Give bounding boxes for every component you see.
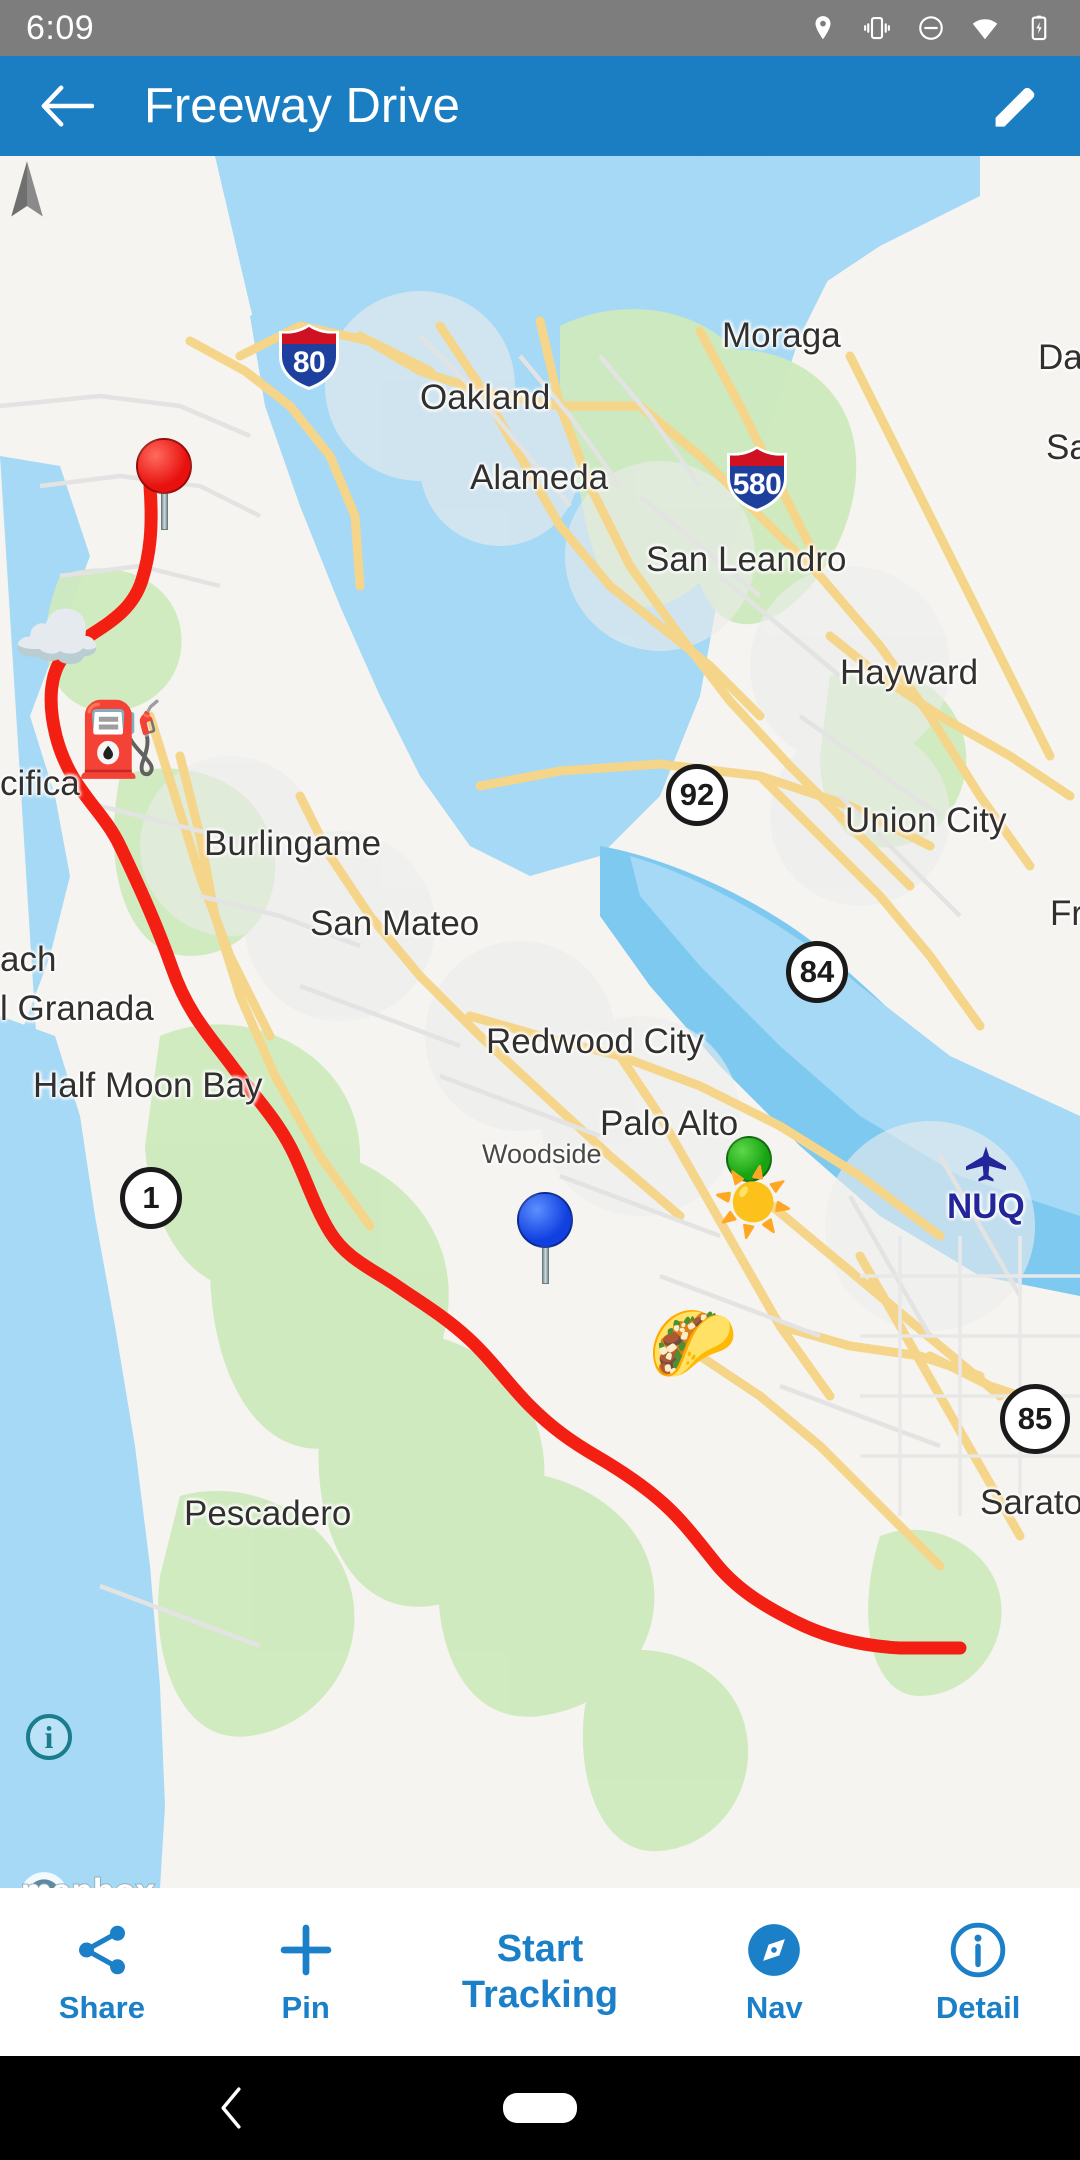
map-label-san-mateo: San Mateo xyxy=(310,904,480,943)
plus-icon xyxy=(275,1918,337,1982)
shield-ca85: 85 xyxy=(1000,1384,1070,1454)
map-label-danville: Da xyxy=(1038,338,1080,377)
map-label-moss-beach: ach xyxy=(0,940,57,979)
start-tracking-line2: Tracking xyxy=(461,1974,619,2016)
status-bar-clock: 6:09 xyxy=(26,8,95,47)
shield-i80-number: 80 xyxy=(292,346,326,379)
start-tracking-line1: Start xyxy=(496,1927,584,1970)
back-arrow-icon[interactable] xyxy=(40,84,94,128)
svg-text:mapbox: mapbox xyxy=(21,1872,156,1888)
mapbox-wordmark: mapbox xyxy=(20,1871,156,1888)
info-icon xyxy=(947,1918,1009,1982)
map-info-icon[interactable]: i xyxy=(26,1714,72,1760)
map-label-union-city: Union City xyxy=(845,801,1007,840)
detail-button[interactable]: Detail xyxy=(876,1888,1080,2056)
nav-label: Nav xyxy=(745,1990,803,2025)
shield-i580-number: 580 xyxy=(732,468,782,501)
share-button[interactable]: Share xyxy=(0,1888,204,2056)
compass-north-icon xyxy=(11,161,43,217)
map-label-woodside: Woodside xyxy=(482,1139,602,1169)
map-label-nuq: NUQ xyxy=(947,1187,1025,1226)
shield-i580: 580 xyxy=(718,444,796,514)
sun-weather-marker[interactable]: ☀️ xyxy=(712,1169,794,1235)
system-back-icon[interactable] xyxy=(218,2086,244,2130)
map-label-half-moon-bay: Half Moon Bay xyxy=(33,1066,263,1105)
detail-label: Detail xyxy=(935,1990,1021,2025)
map-label-pacifica: cifica xyxy=(0,764,80,803)
map-label-moraga: Moraga xyxy=(722,316,841,355)
waypoint-pin[interactable] xyxy=(517,1192,573,1284)
shield-ca1: 1 xyxy=(120,1167,182,1229)
pin-head xyxy=(136,438,192,494)
start-tracking-button[interactable]: Start Tracking xyxy=(408,1926,673,2019)
map-label-hayward: Hayward xyxy=(840,653,979,692)
system-nav-bar xyxy=(0,2056,1080,2160)
page-title: Freeway Drive xyxy=(144,79,460,133)
map-label-oakland: Oakland xyxy=(420,378,551,417)
nav-button[interactable]: Nav xyxy=(672,1888,876,2056)
system-home-pill[interactable] xyxy=(503,2093,577,2123)
app-bar: Freeway Drive xyxy=(0,56,1080,156)
battery-charging-icon xyxy=(1031,15,1047,41)
map-canvas[interactable]: Moraga Oakland Da Alameda Sa San Leandro… xyxy=(0,156,1080,1888)
map-label-pescadero: Pescadero xyxy=(184,1494,352,1533)
fuel-can-marker[interactable]: ⛽ xyxy=(75,704,165,776)
map-label-san-ramon: Sa xyxy=(1046,428,1080,467)
bottom-toolbar: Share Pin Start Tracking Nav Detail xyxy=(0,1888,1080,2056)
share-label: Share xyxy=(58,1990,145,2025)
map-label-el-granada: l Granada xyxy=(0,989,154,1028)
wifi-icon xyxy=(972,19,998,40)
vibrate-icon xyxy=(864,16,890,40)
route-start-pin[interactable] xyxy=(136,438,192,530)
compass-nav-icon xyxy=(743,1918,805,1982)
taco-food-marker[interactable]: 🌮 xyxy=(648,1308,738,1380)
edit-pencil-icon[interactable] xyxy=(988,80,1040,132)
map-label-palo-alto: Palo Alto xyxy=(600,1104,739,1143)
shield-i80: 80 xyxy=(276,322,342,392)
map-label-saratoga: Sarato xyxy=(980,1483,1080,1522)
map-label-redwood-city: Redwood City xyxy=(486,1022,704,1061)
do-not-disturb-icon xyxy=(919,16,943,40)
app-screen: 6:09 Freeway Drive Moraga Oakland Da Ala… xyxy=(0,0,1080,2160)
shield-ca84: 84 xyxy=(786,941,848,1003)
pin-head xyxy=(517,1192,573,1248)
map-label-san-leandro: San Leandro xyxy=(646,540,847,579)
map-label-alameda: Alameda xyxy=(470,458,609,497)
status-bar-icons xyxy=(808,11,1054,45)
cloud-weather-marker[interactable]: ☁️ xyxy=(12,602,102,674)
pin-label: Pin xyxy=(281,1990,330,2025)
map-label-fremont: Fr xyxy=(1050,894,1080,933)
share-icon xyxy=(71,1918,133,1982)
shield-ca92: 92 xyxy=(666,764,728,826)
map-label-burlingame: Burlingame xyxy=(204,824,382,863)
location-icon xyxy=(815,16,831,40)
status-bar: 6:09 xyxy=(0,0,1080,56)
pin-button[interactable]: Pin xyxy=(204,1888,408,2056)
